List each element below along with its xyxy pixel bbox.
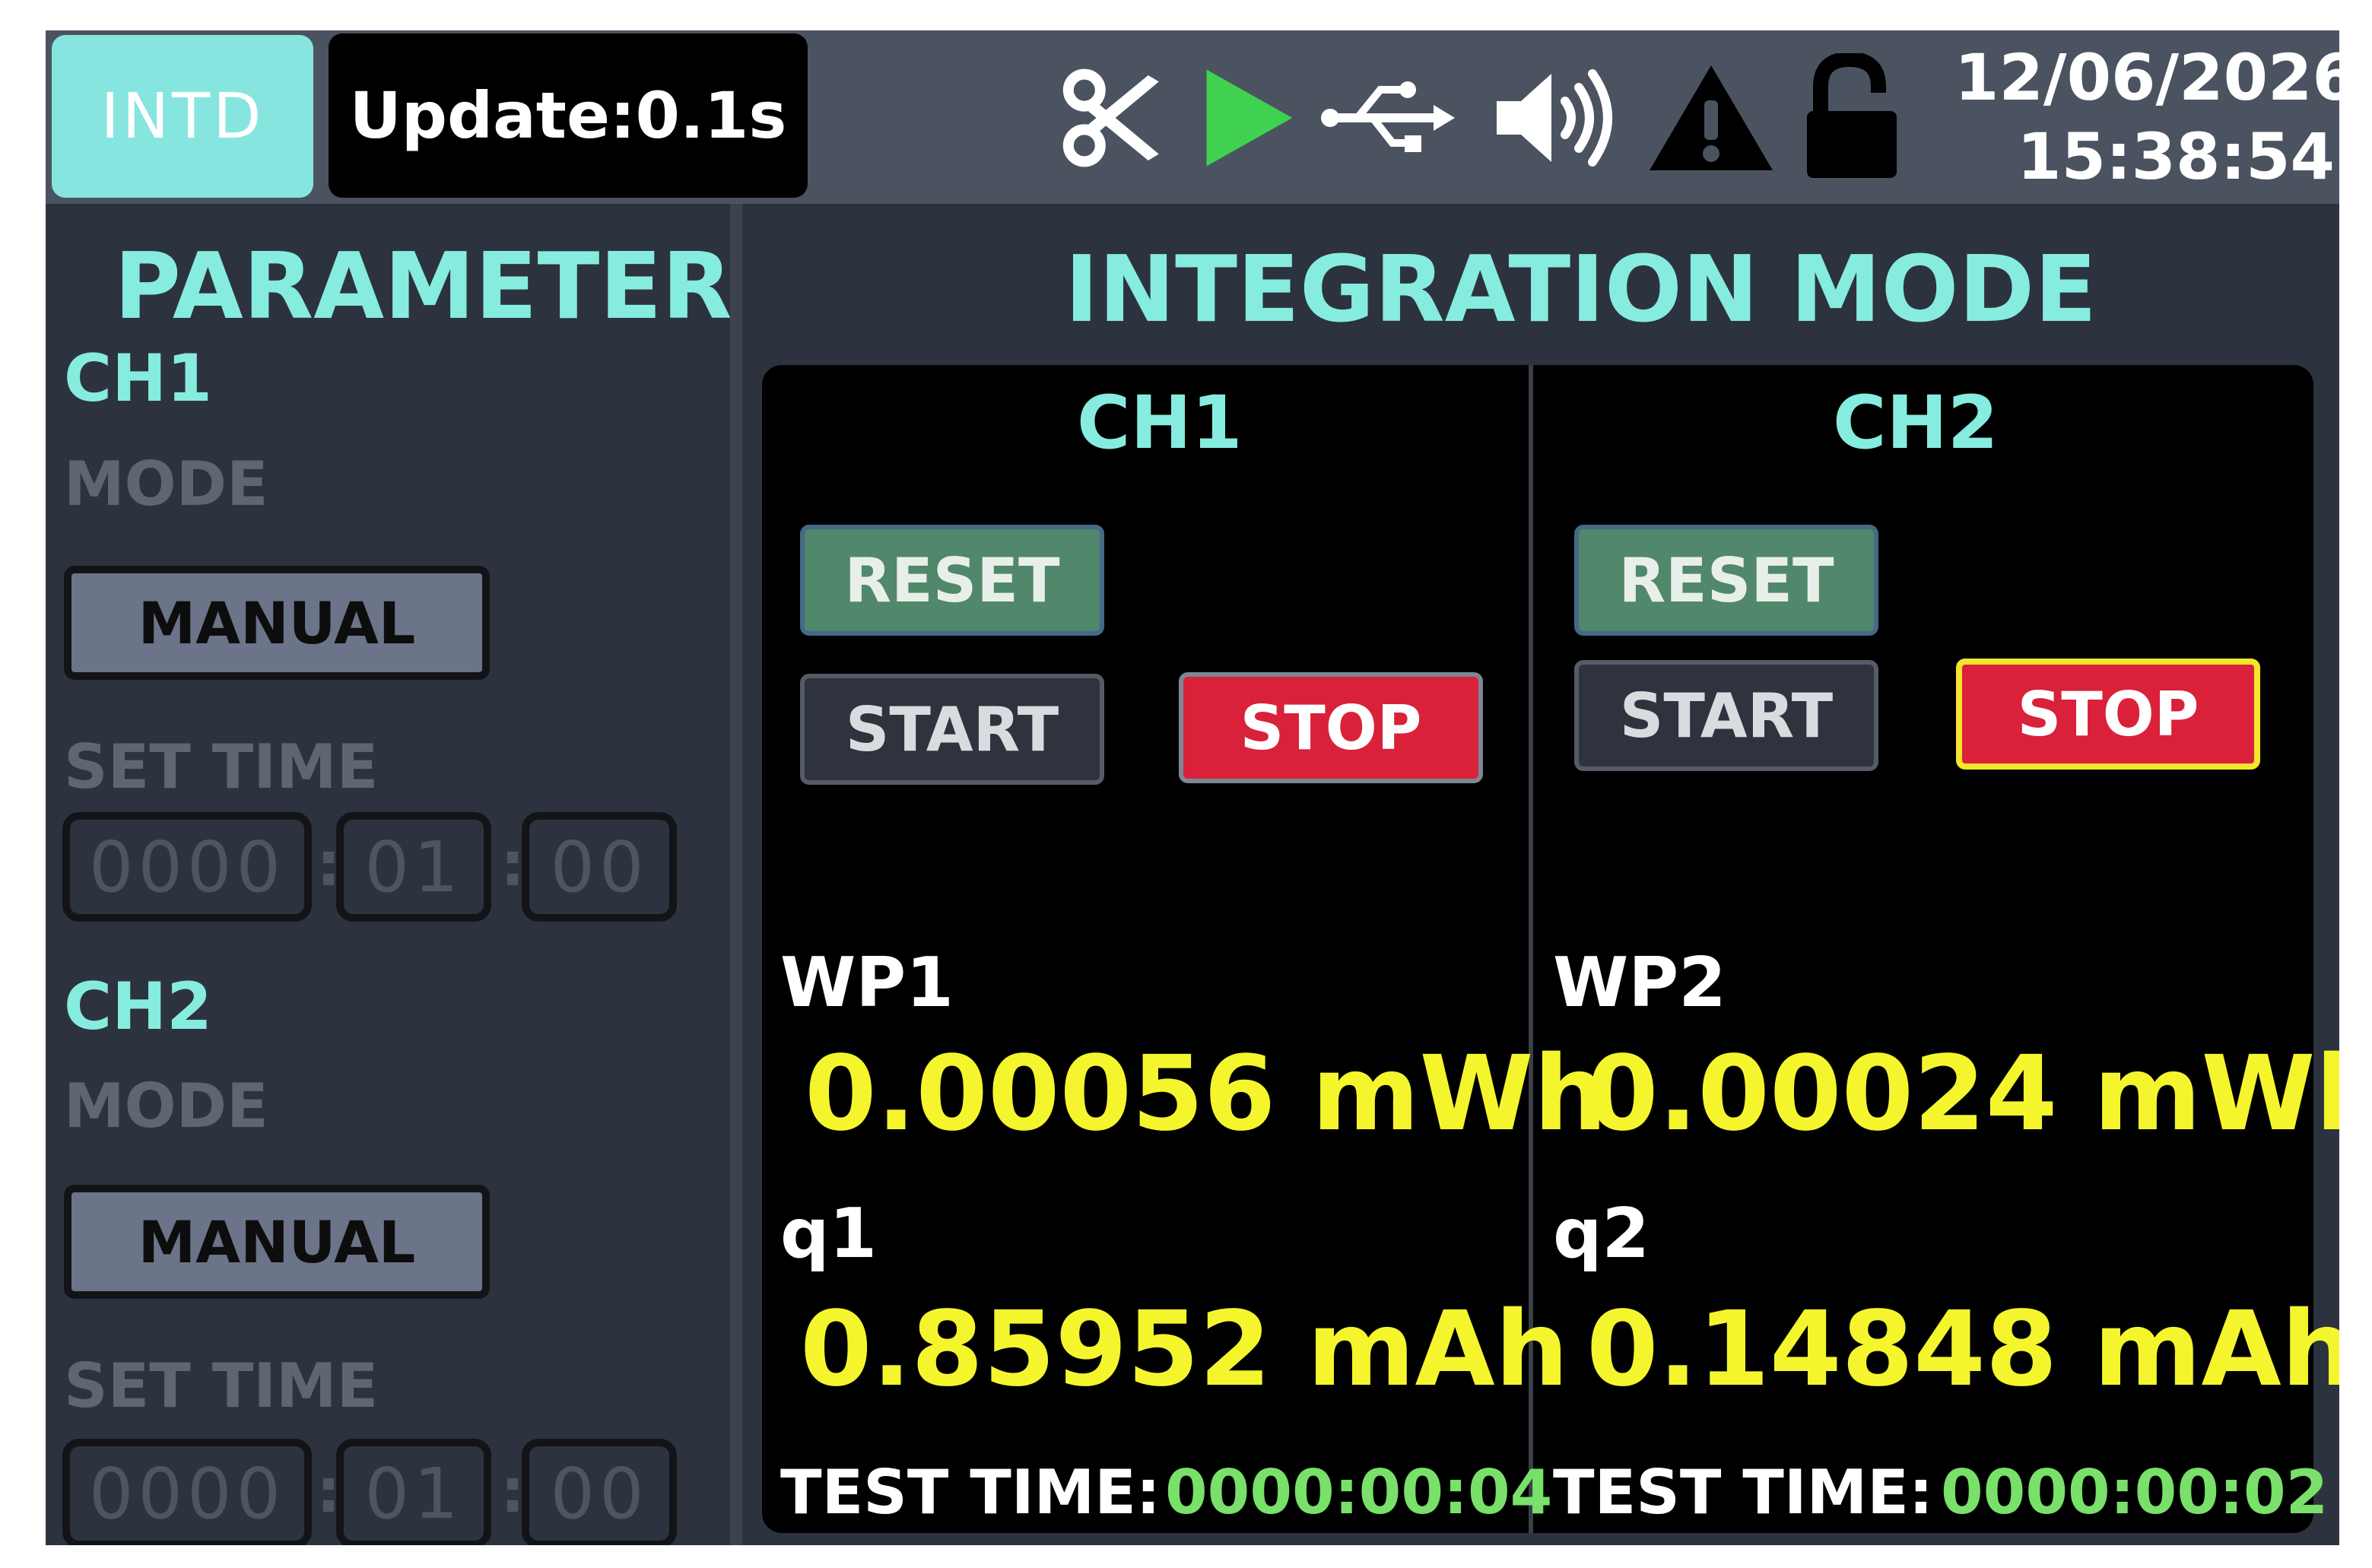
ch1-set-time-minutes[interactable]: 01 bbox=[336, 812, 491, 922]
param-ch1-set-time-label: SET TIME bbox=[64, 732, 379, 802]
scissors-icon[interactable] bbox=[1057, 53, 1171, 183]
play-icon[interactable] bbox=[1194, 53, 1300, 183]
ch1-test-time-value: 0000:00:04 bbox=[1165, 1457, 1553, 1528]
ch1-test-time-label: TEST TIME: bbox=[780, 1457, 1161, 1528]
ch2-energy-label: WP2 bbox=[1553, 943, 1726, 1023]
time-text: 15:38:54 bbox=[2017, 119, 2335, 194]
ch1-reset-button[interactable]: RESET bbox=[800, 525, 1104, 636]
param-ch1-mode-label: MODE bbox=[64, 449, 268, 519]
instrument-screen: INTD Update:0.1s 12/06/2026 15:38:54 PAR… bbox=[46, 30, 2339, 1545]
ch1-charge-value: 0.85952 mAh bbox=[800, 1290, 1569, 1410]
param-ch2-mode-label: MODE bbox=[64, 1071, 268, 1141]
ch2-test-time-label: TEST TIME: bbox=[1553, 1457, 1933, 1528]
ch2-energy-value: 0.00024 mWh bbox=[1586, 1034, 2339, 1154]
ch1-set-time-hours[interactable]: 0000 bbox=[62, 812, 312, 922]
ch2-charge-label: q2 bbox=[1553, 1194, 1650, 1274]
parameter-panel: PARAMETER CH1 MODE MANUAL SET TIME 0000 … bbox=[46, 204, 732, 1545]
panel-divider bbox=[730, 204, 742, 1545]
update-rate-display[interactable]: Update:0.1s bbox=[329, 33, 808, 198]
ch2-test-time-value: 0000:00:02 bbox=[1941, 1457, 2329, 1528]
ch1-energy-label: WP1 bbox=[780, 943, 954, 1023]
ch2-reset-button[interactable]: RESET bbox=[1574, 525, 1878, 636]
param-ch2-set-time-label: SET TIME bbox=[64, 1351, 379, 1421]
integration-panel: CH1 RESET START STOP WP1 0.00056 mWh q1 … bbox=[762, 365, 2339, 1533]
ch2-start-button[interactable]: START bbox=[1574, 660, 1878, 771]
ch2-set-time-hours[interactable]: 0000 bbox=[62, 1439, 312, 1545]
ch2-stop-button[interactable]: STOP bbox=[1956, 659, 2260, 770]
integration-mode-title: INTEGRATION MODE bbox=[1065, 237, 2097, 343]
ch1-start-button[interactable]: START bbox=[800, 674, 1104, 785]
mode-badge[interactable]: INTD bbox=[52, 35, 313, 198]
ch1-energy-value: 0.00056 mWh bbox=[805, 1034, 1608, 1154]
ch1-charge-label: q1 bbox=[780, 1194, 878, 1274]
parameter-title: PARAMETER bbox=[114, 234, 732, 340]
warning-icon[interactable] bbox=[1643, 53, 1780, 183]
ch1-set-time-seconds[interactable]: 00 bbox=[522, 812, 677, 922]
ch1-header: CH1 bbox=[1077, 380, 1243, 465]
param-ch1-label: CH1 bbox=[64, 341, 212, 417]
date-text: 12/06/2026 bbox=[1954, 40, 2339, 115]
ch1-stop-button[interactable]: STOP bbox=[1179, 672, 1483, 783]
ch2-mode-button[interactable]: MANUAL bbox=[64, 1185, 490, 1299]
usb-icon[interactable] bbox=[1316, 53, 1460, 183]
status-bar: INTD Update:0.1s 12/06/2026 15:38:54 bbox=[46, 30, 2339, 204]
clock-display: 12/06/2026 15:38:54 bbox=[1954, 38, 2339, 196]
ch2-charge-value: 0.14848 mAh bbox=[1586, 1290, 2339, 1410]
ch1-mode-button[interactable]: MANUAL bbox=[64, 566, 490, 680]
unlock-icon[interactable] bbox=[1795, 53, 1909, 183]
param-ch2-label: CH2 bbox=[64, 969, 212, 1045]
speaker-icon[interactable] bbox=[1483, 53, 1627, 183]
ch2-set-time-minutes[interactable]: 01 bbox=[336, 1439, 491, 1545]
ch2-header: CH2 bbox=[1833, 380, 1999, 465]
ch2-set-time-seconds[interactable]: 00 bbox=[522, 1439, 677, 1545]
